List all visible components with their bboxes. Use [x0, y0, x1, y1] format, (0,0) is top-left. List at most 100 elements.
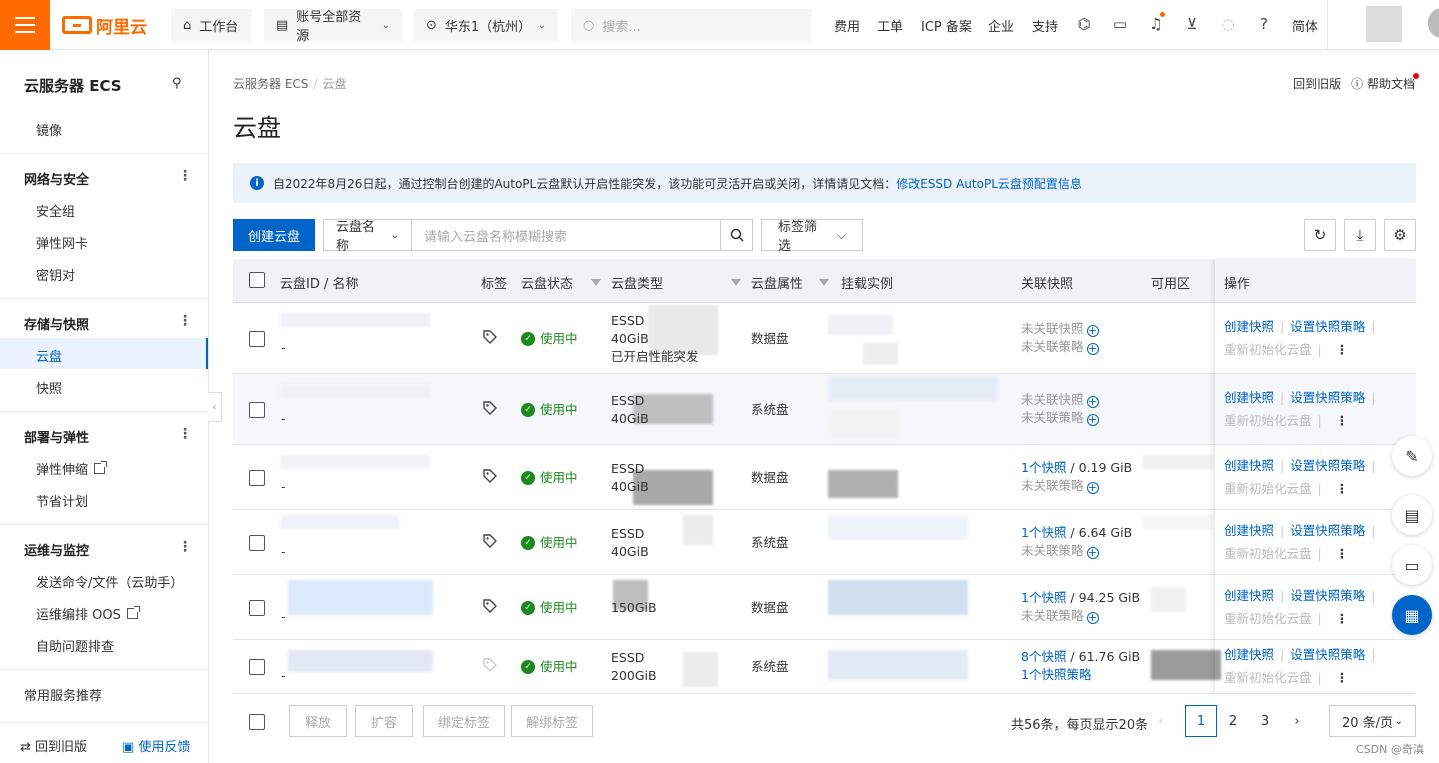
cart-icon[interactable]: ⊻ — [1183, 15, 1201, 33]
row-checkbox[interactable] — [249, 659, 265, 675]
reinit-disk-link[interactable]: 重新初始化云盘 — [1224, 342, 1312, 357]
avatar-edge[interactable] — [1428, 8, 1439, 38]
back-old-version-link[interactable]: 回到旧版 — [1293, 75, 1341, 92]
more-icon[interactable]: ⋮ — [178, 426, 192, 442]
set-policy-link[interactable]: 设置快照策略 — [1290, 458, 1365, 473]
snapshot-count[interactable]: 1个快照 — [1021, 590, 1066, 605]
page-3-button[interactable]: 3 — [1249, 705, 1281, 737]
table-row[interactable]: - ✓ 使用中 ESSD 40GiB 数据盘 1个快照 / 0.19 GiB 未关联策略… — [233, 445, 1416, 510]
add-circle-icon[interactable]: + — [1086, 611, 1099, 624]
filter-icon[interactable] — [591, 279, 602, 286]
create-snapshot-link[interactable]: 创建快照 — [1224, 458, 1274, 473]
set-policy-link[interactable]: 设置快照策略 — [1290, 588, 1365, 603]
sidebar-item-keypair[interactable]: 密钥对 — [36, 265, 75, 284]
apps-tool-button[interactable]: ▦ — [1392, 595, 1432, 635]
filter-icon[interactable] — [819, 279, 830, 286]
more-icon[interactable]: ⋮ — [178, 168, 192, 184]
more-icon[interactable]: ⋮ — [1336, 342, 1349, 357]
search-button[interactable] — [721, 220, 752, 250]
sidebar-item-snapshot[interactable]: 快照 — [36, 378, 62, 397]
next-page-button[interactable]: › — [1281, 705, 1313, 737]
row-checkbox[interactable] — [249, 535, 265, 551]
sidebar-item-troubleshoot[interactable]: 自助问题排查 — [36, 636, 114, 655]
add-circle-icon[interactable]: + — [1086, 342, 1099, 355]
prev-page-button[interactable]: ‹ — [1145, 705, 1177, 737]
add-circle-icon[interactable]: + — [1086, 546, 1099, 559]
disk-name-search-input[interactable]: 请输入云盘名称模糊搜索 — [412, 220, 721, 250]
region-selector[interactable]: ⊙ 华东1（杭州） ⌄ — [414, 9, 558, 41]
tag-icon[interactable] — [483, 534, 497, 553]
docs-tool-button[interactable]: ▤ — [1392, 495, 1432, 535]
more-icon[interactable]: ⋮ — [178, 539, 192, 555]
create-disk-button[interactable]: 创建云盘 — [233, 219, 315, 251]
row-checkbox[interactable] — [249, 331, 265, 347]
row-checkbox[interactable] — [249, 402, 265, 418]
nav-tickets[interactable]: 工单 — [877, 16, 903, 35]
bell-icon[interactable]: ♫ — [1147, 15, 1165, 33]
reinit-disk-link[interactable]: 重新初始化云盘 — [1224, 611, 1312, 626]
disk-name[interactable]: - — [281, 667, 286, 685]
add-circle-icon[interactable]: + — [1086, 413, 1099, 426]
refresh-button[interactable]: ↻ — [1304, 219, 1336, 251]
set-policy-link[interactable]: 设置快照策略 — [1290, 647, 1365, 662]
help-doc-link[interactable]: ⓘ 帮助文档 — [1351, 75, 1415, 92]
workbench-button[interactable]: ⌂ 工作台 — [171, 9, 251, 41]
more-icon[interactable]: ⋮ — [178, 313, 192, 329]
tag-icon[interactable] — [483, 599, 497, 618]
breadcrumb-ecs[interactable]: 云服务器 ECS — [233, 77, 308, 91]
chat-tool-button[interactable]: ▭ — [1392, 545, 1432, 585]
set-policy-link[interactable]: 设置快照策略 — [1290, 319, 1365, 334]
table-row[interactable]: - ✓ 使用中 ESSD 40GiB 已开启性能突发 数据盘 未关联快照 + 未关联策略 + … — [233, 303, 1416, 374]
sidebar-item-cloud-assistant[interactable]: 发送命令/文件（云助手） — [36, 572, 183, 591]
more-icon[interactable]: ⋮ — [1336, 670, 1349, 685]
row-checkbox[interactable] — [249, 470, 265, 486]
page-size-select[interactable]: 20 条/页 ⌄ — [1329, 705, 1416, 737]
global-search-input[interactable]: ○ 搜索... — [571, 9, 811, 41]
export-button[interactable]: ⤓ — [1344, 219, 1376, 251]
reinit-disk-link[interactable]: 重新初始化云盘 — [1224, 670, 1312, 685]
filter-field-select[interactable]: 云盘名称 ⌄ — [324, 220, 412, 254]
sidebar-item-disk[interactable]: 云盘 — [36, 346, 62, 365]
disk-name[interactable]: - — [281, 410, 286, 428]
sidebar-item-autoscaling[interactable]: 弹性伸缩 — [36, 459, 108, 478]
help-icon[interactable]: ? — [1255, 15, 1273, 33]
tag-icon[interactable] — [483, 330, 497, 349]
snapshot-count[interactable]: 1个快照 — [1021, 460, 1066, 475]
disk-name[interactable]: - — [281, 339, 286, 357]
sidebar-item-recommend[interactable]: 常用服务推荐 — [24, 685, 102, 704]
filter-icon[interactable] — [731, 279, 742, 286]
more-icon[interactable]: ⋮ — [1336, 611, 1349, 626]
sidebar-group-deploy[interactable]: 部署与弹性 — [24, 427, 89, 446]
notice-link[interactable]: 修改ESSD AutoPL云盘预配置信息 — [896, 177, 1082, 191]
snapshot-count[interactable]: 1个快照 — [1021, 525, 1066, 540]
add-circle-icon[interactable]: + — [1086, 481, 1099, 494]
expand-button[interactable]: 扩容 — [355, 705, 413, 737]
tag-icon[interactable] — [483, 401, 497, 420]
sidebar-item-oos[interactable]: 运维编排 OOS — [36, 604, 140, 623]
table-row[interactable]: - ✓ 使用中 ESSD 40GiB 系统盘 未关联快照 + 未关联策略 + 创建快照 | 设置… — [233, 374, 1416, 445]
search-icon[interactable]: ⚲ — [172, 76, 182, 91]
language-switch[interactable]: 简体 — [1292, 16, 1318, 35]
sidebar-group-network[interactable]: 网络与安全 — [24, 169, 89, 188]
create-snapshot-link[interactable]: 创建快照 — [1224, 523, 1274, 538]
sidebar-item-security-group[interactable]: 安全组 — [36, 201, 75, 220]
set-policy-link[interactable]: 设置快照策略 — [1290, 523, 1365, 538]
select-all-checkbox-footer[interactable] — [249, 714, 265, 730]
release-button[interactable]: 释放 — [289, 705, 347, 737]
back-old-version-link[interactable]: ⇄ 回到旧版 — [20, 736, 87, 755]
lightbulb-icon[interactable]: ◌ — [1219, 15, 1237, 33]
resource-selector[interactable]: ▤ 账号全部资源 ⌄ — [264, 9, 402, 44]
sidebar-group-ops[interactable]: 运维与监控 — [24, 540, 89, 559]
tag-icon[interactable] — [483, 658, 497, 677]
add-circle-icon[interactable]: + — [1086, 395, 1099, 408]
nav-enterprise[interactable]: 企业 — [988, 16, 1014, 35]
snapshot-policy-label[interactable]: 1个快照策略 — [1021, 667, 1091, 682]
table-row[interactable]: - ✓ 使用中 ESSD 200GiB 系统盘 8个快照 / 61.76 GiB 1个快… — [233, 640, 1416, 694]
table-row[interactable]: - ✓ 使用中 ESSD 40GiB 系统盘 1个快照 / 6.64 GiB 未关联策略… — [233, 510, 1416, 575]
reinit-disk-link[interactable]: 重新初始化云盘 — [1224, 481, 1312, 496]
avatar[interactable] — [1366, 6, 1402, 42]
tag-icon[interactable] — [483, 469, 497, 488]
aliyun-logo[interactable]: 阿里云 — [62, 14, 147, 38]
nav-support[interactable]: 支持 — [1032, 16, 1058, 35]
page-1-button[interactable]: 1 — [1185, 705, 1217, 737]
